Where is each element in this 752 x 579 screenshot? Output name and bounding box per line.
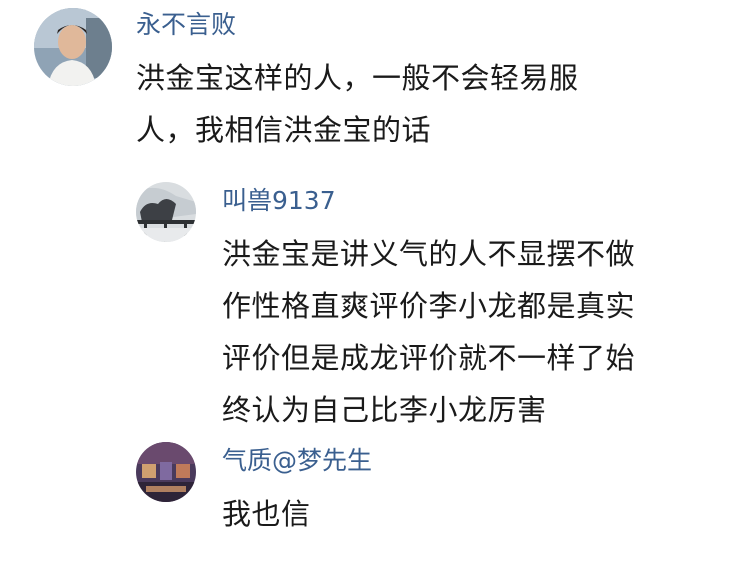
user-avatar[interactable] [34,8,112,86]
comment-text: 我也信 [222,488,311,540]
comment-line: 评价但是成龙评价就不一样了始 [222,341,636,375]
comment-thread: 永不言败 洪金宝这样的人，一般不会轻易服 人，我相信洪金宝的话 叫兽9137 洪… [0,0,752,579]
comment-line: 人，我相信洪金宝的话 [136,113,432,147]
reply-item: 气质@梦先生 我也信 [0,432,752,572]
user-avatar[interactable] [136,182,196,242]
comment-line: 终认为自己比李小龙厉害 [222,393,547,427]
username[interactable]: 永不言败 [136,10,236,40]
user-avatar[interactable] [136,442,196,502]
username[interactable]: 叫兽9137 [222,186,336,216]
comment-item: 永不言败 洪金宝这样的人，一般不会轻易服 人，我相信洪金宝的话 [0,0,752,160]
comment-line: 洪金宝这样的人，一般不会轻易服 [136,61,579,95]
username[interactable]: 气质@梦先生 [222,446,372,476]
comment-text: 洪金宝是讲义气的人不显摆不做 作性格直爽评价李小龙都是真实 评价但是成龙评价就不… [222,228,635,436]
comment-line: 我也信 [222,497,311,531]
comment-line: 洪金宝是讲义气的人不显摆不做 [222,237,636,271]
comment-line: 作性格直爽评价李小龙都是真实 [222,289,636,323]
comment-text: 洪金宝这样的人，一般不会轻易服 人，我相信洪金宝的话 [136,52,579,156]
reply-item: 叫兽9137 洪金宝是讲义气的人不显摆不做 作性格直爽评价李小龙都是真实 评价但… [0,170,752,427]
